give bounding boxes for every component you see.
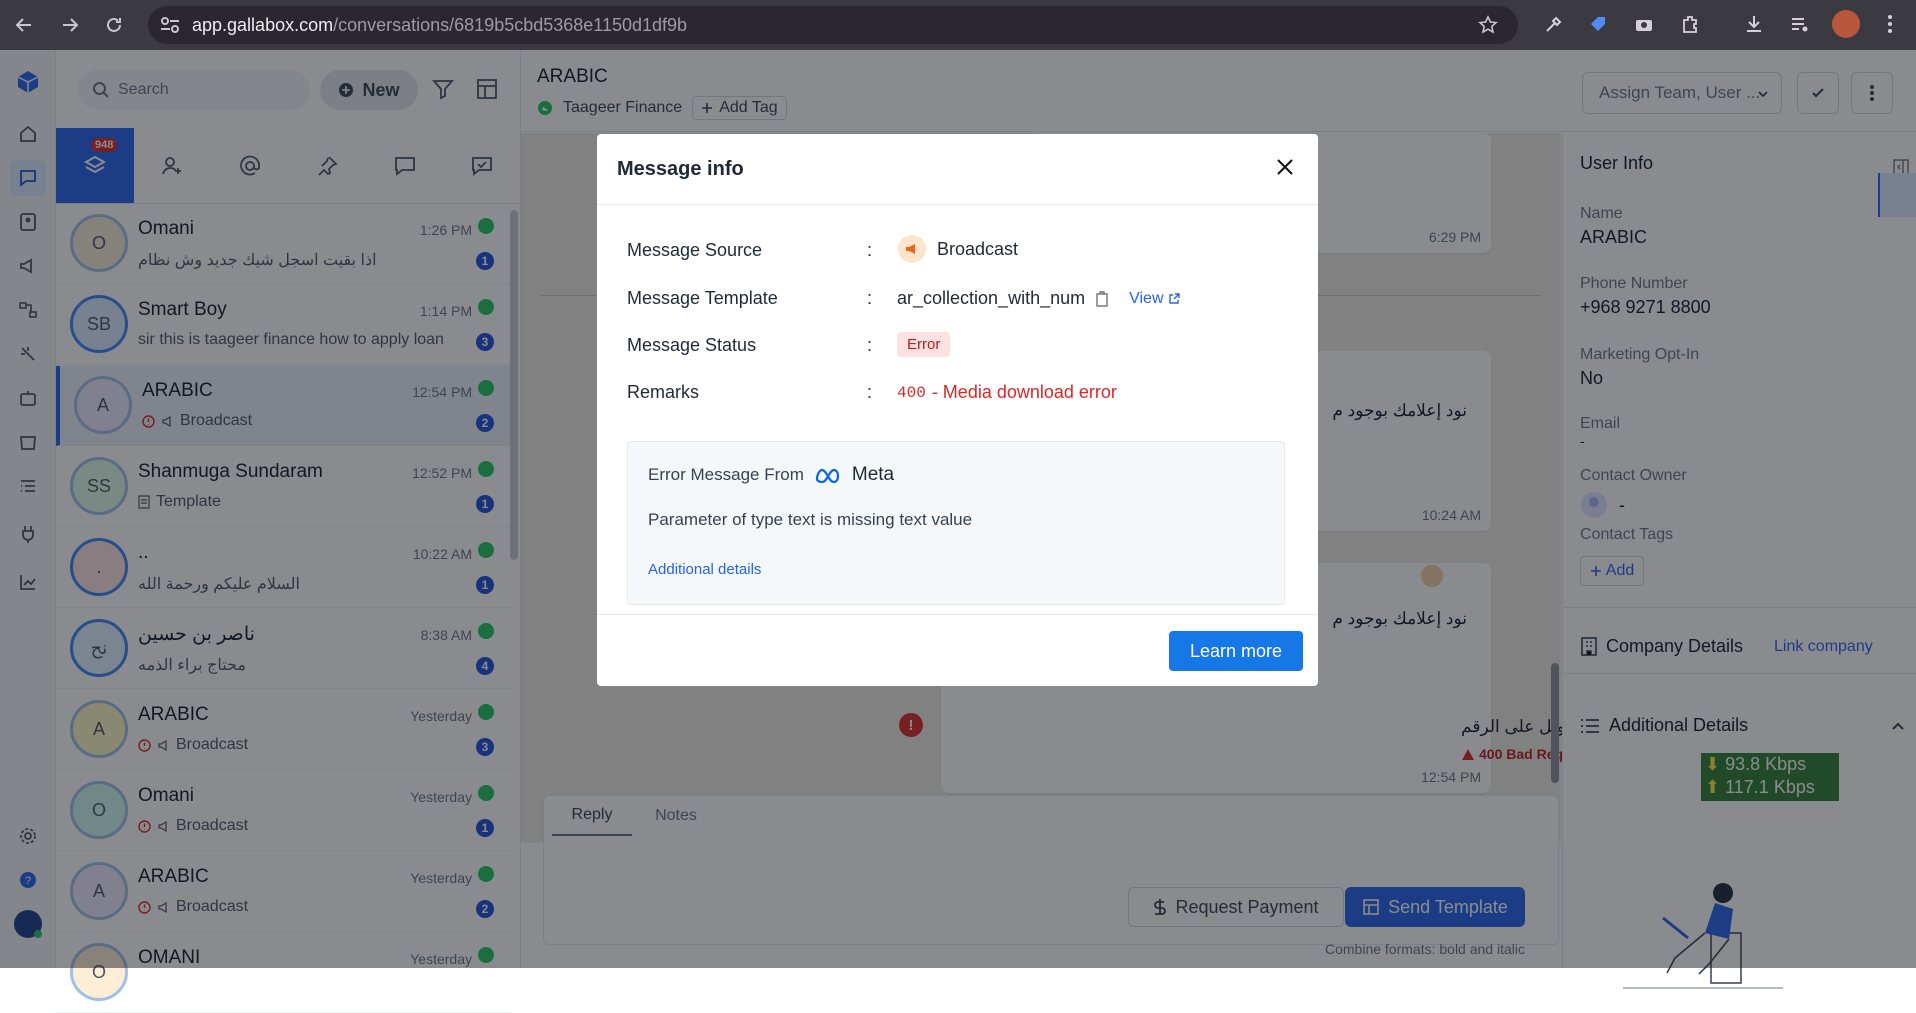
- error-from-label: Error Message From: [648, 465, 804, 484]
- dialog-title: Message info: [617, 158, 744, 180]
- colon: :: [867, 240, 873, 260]
- additional-details-link[interactable]: Additional details: [648, 561, 761, 578]
- error-source-line: Error Message From Meta: [648, 464, 894, 486]
- status-value: Error: [897, 332, 951, 357]
- address-bar[interactable]: app.gallabox.com/conversations/6819b5cbd…: [148, 6, 1518, 44]
- view-label: View: [1129, 289, 1164, 307]
- forward-icon[interactable]: [56, 11, 84, 39]
- status-badge: Error: [897, 332, 951, 357]
- browser-toolbar: app.gallabox.com/conversations/6819b5cbd…: [0, 0, 1916, 50]
- source-value: Broadcast: [897, 234, 1018, 264]
- meta-logo-icon: [815, 468, 839, 483]
- close-icon: [1277, 159, 1293, 175]
- broadcast-megaphone-icon: [898, 235, 926, 263]
- close-button[interactable]: [1270, 152, 1300, 182]
- camera-extension-icon[interactable]: [1632, 12, 1656, 36]
- profile-avatar[interactable]: [1832, 10, 1860, 38]
- extensions-puzzle-icon[interactable]: [1678, 12, 1702, 36]
- learn-more-button[interactable]: Learn more: [1169, 631, 1303, 671]
- bookmark-star-icon[interactable]: [1478, 15, 1498, 35]
- media-control-icon[interactable]: [1788, 12, 1812, 36]
- copy-icon[interactable]: [1095, 290, 1109, 307]
- colon: :: [867, 382, 873, 402]
- back-icon[interactable]: [10, 11, 38, 39]
- remarks-code: 400: [897, 383, 926, 402]
- external-link-icon: [1168, 292, 1180, 304]
- template-label: Message Template: [627, 288, 778, 308]
- eyedropper-extension-icon[interactable]: [1542, 12, 1566, 36]
- source-label: Message Source: [627, 240, 763, 260]
- error-details-box: Error Message From Meta Parameter of typ…: [627, 441, 1285, 605]
- browser-menu-icon[interactable]: [1878, 12, 1902, 36]
- remarks-value: 400 - Media download error: [897, 382, 1117, 403]
- colon: :: [867, 335, 873, 355]
- tag-extension-icon[interactable]: [1586, 12, 1610, 36]
- template-value: ar_collection_with_num View: [897, 288, 1180, 309]
- meta-brand: Meta: [851, 464, 895, 485]
- colon: :: [867, 288, 873, 308]
- site-settings-icon[interactable]: [160, 17, 180, 33]
- status-label: Message Status: [627, 335, 757, 355]
- error-message: Parameter of type text is missing text v…: [648, 510, 973, 529]
- template-name: ar_collection_with_num: [897, 288, 1086, 308]
- remarks-label: Remarks: [627, 382, 700, 402]
- reload-icon[interactable]: [100, 11, 128, 39]
- dialog-footer-divider: [597, 614, 1318, 615]
- view-template-link[interactable]: View: [1129, 289, 1180, 308]
- download-icon[interactable]: [1742, 12, 1766, 36]
- url-text[interactable]: app.gallabox.com/conversations/6819b5cbd…: [192, 15, 687, 36]
- source-text: Broadcast: [937, 238, 1019, 259]
- remarks-text: - Media download error: [931, 382, 1117, 402]
- dialog-divider: [597, 204, 1318, 205]
- message-info-dialog: Message info Message Source : Broadcast …: [597, 134, 1318, 686]
